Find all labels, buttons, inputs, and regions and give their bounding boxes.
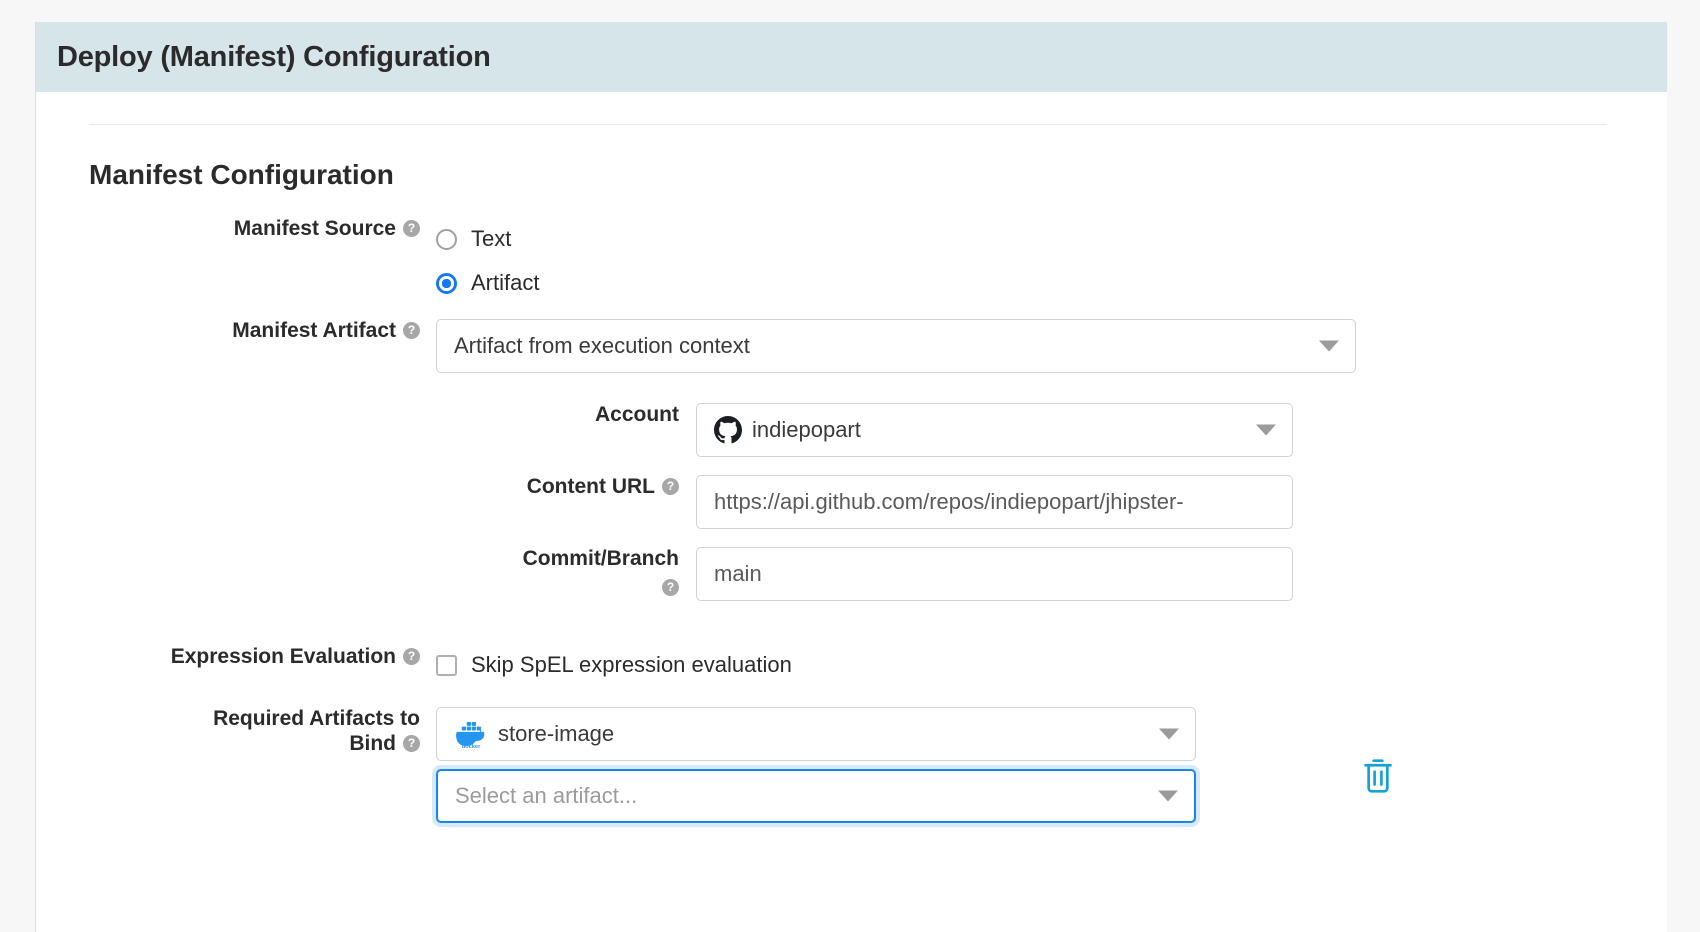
required-artifacts-label-line2: Bind [349, 732, 396, 755]
commit-branch-label: Commit/Branch [36, 547, 679, 572]
content-url-label-col: Content URL? [36, 475, 696, 500]
account-field-col: indiepopart [696, 403, 1667, 457]
chevron-down-icon[interactable] [1158, 791, 1178, 802]
account-label-col: Account [36, 403, 696, 428]
required-artifacts-field-col: docker store-image Select an artifact... [436, 707, 1667, 823]
help-icon[interactable]: ? [403, 220, 420, 237]
skip-spel-checkbox-row[interactable]: Skip SpEL expression evaluation [436, 645, 1667, 685]
commit-branch-value: main [714, 561, 762, 587]
row-manifest-source: Manifest Source? Text Artifact [36, 217, 1667, 305]
header-divider [89, 124, 1607, 125]
svg-text:docker: docker [462, 744, 481, 749]
docker-icon: docker [454, 717, 488, 751]
radio-text-icon[interactable] [436, 229, 457, 250]
row-content-url: Content URL? https://api.github.com/repo… [36, 475, 1667, 529]
required-artifact-select-1[interactable]: Select an artifact... [436, 769, 1196, 823]
delete-artifact-button[interactable] [1361, 757, 1395, 795]
help-icon[interactable]: ? [403, 648, 420, 665]
expression-evaluation-label: Expression Evaluation [171, 645, 396, 668]
radio-option-artifact[interactable]: Artifact [436, 261, 1667, 305]
card-header: Deploy (Manifest) Configuration [36, 22, 1667, 92]
card-body: Manifest Configuration Manifest Source? … [36, 124, 1667, 823]
skip-spel-checkbox[interactable] [436, 655, 457, 676]
commit-branch-label-col: Commit/Branch ? [36, 547, 696, 601]
manifest-artifact-label-col: Manifest Artifact? [36, 319, 436, 344]
manifest-source-label: Manifest Source [234, 217, 396, 240]
chevron-down-icon[interactable] [1256, 425, 1276, 436]
help-icon[interactable]: ? [662, 579, 679, 596]
radio-artifact-label: Artifact [471, 270, 539, 296]
manifest-configuration-form: Manifest Source? Text Artifact [36, 217, 1667, 823]
radio-text-label: Text [471, 226, 511, 252]
content-url-field-col: https://api.github.com/repos/indiepopart… [696, 475, 1667, 529]
radio-option-text[interactable]: Text [436, 217, 1667, 261]
help-icon[interactable]: ? [662, 478, 679, 495]
row-manifest-artifact: Manifest Artifact? Artifact from executi… [36, 319, 1667, 373]
help-icon[interactable]: ? [403, 322, 420, 339]
required-artifact-value-0: store-image [498, 721, 614, 747]
radio-artifact-icon[interactable] [436, 273, 457, 294]
required-artifact-placeholder-1: Select an artifact... [455, 783, 637, 809]
expression-evaluation-field-col: Skip SpEL expression evaluation [436, 645, 1667, 685]
manifest-artifact-value: Artifact from execution context [454, 333, 750, 359]
required-artifacts-label-col: Required Artifacts to Bind? [36, 707, 436, 757]
commit-branch-field-col: main [696, 547, 1667, 601]
required-artifact-select-0[interactable]: docker store-image [436, 707, 1196, 761]
chevron-down-icon[interactable] [1159, 729, 1179, 740]
expression-evaluation-label-col: Expression Evaluation? [36, 645, 436, 670]
row-commit-branch: Commit/Branch ? main [36, 547, 1667, 601]
help-icon[interactable]: ? [403, 735, 420, 752]
commit-branch-input[interactable]: main [696, 547, 1293, 601]
row-required-artifacts: Required Artifacts to Bind? [36, 707, 1667, 823]
account-label: Account [595, 403, 679, 426]
manifest-source-field-col: Text Artifact [436, 217, 1667, 305]
chevron-down-icon[interactable] [1319, 341, 1339, 352]
account-select[interactable]: indiepopart [696, 403, 1293, 457]
page-root: Deploy (Manifest) Configuration Manifest… [0, 0, 1700, 932]
manifest-artifact-select[interactable]: Artifact from execution context [436, 319, 1356, 373]
section-title: Manifest Configuration [89, 159, 1667, 191]
row-account: Account indiepopart [36, 403, 1667, 457]
manifest-artifact-label: Manifest Artifact [232, 319, 396, 342]
account-value: indiepopart [752, 417, 861, 443]
content-url-label: Content URL [527, 475, 655, 498]
trash-icon [1361, 757, 1395, 795]
manifest-artifact-field-col: Artifact from execution context [436, 319, 1667, 373]
manifest-source-label-col: Manifest Source? [36, 217, 436, 242]
required-artifacts-label-line1: Required Artifacts to [36, 707, 420, 732]
content-url-value: https://api.github.com/repos/indiepopart… [714, 489, 1184, 515]
github-icon [714, 416, 742, 444]
skip-spel-label: Skip SpEL expression evaluation [471, 652, 792, 678]
content-url-input[interactable]: https://api.github.com/repos/indiepopart… [696, 475, 1293, 529]
deploy-manifest-card: Deploy (Manifest) Configuration Manifest… [35, 22, 1667, 932]
row-expression-evaluation: Expression Evaluation? Skip SpEL express… [36, 645, 1667, 685]
page-title: Deploy (Manifest) Configuration [57, 41, 491, 74]
